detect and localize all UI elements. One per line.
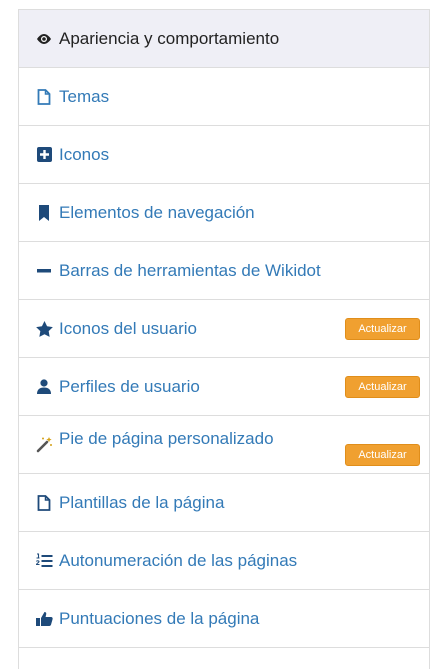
minus-icon bbox=[35, 262, 53, 280]
menu-item-label: Plantillas de la página bbox=[59, 492, 225, 512]
menu-item-label: Perfiles de usuario bbox=[59, 376, 200, 396]
bookmark-icon bbox=[35, 204, 53, 222]
menu-item-label: Iconos del usuario bbox=[59, 318, 197, 338]
settings-menu: Apariencia y comportamiento Temas Iconos… bbox=[18, 9, 430, 669]
file-icon bbox=[35, 494, 53, 512]
update-button[interactable]: Actualizar bbox=[345, 444, 420, 466]
menu-item-label: Elementos de navegación bbox=[59, 202, 255, 222]
menu-item-label: Temas bbox=[59, 86, 110, 106]
file-icon bbox=[35, 88, 53, 106]
menu-item-themes[interactable]: Temas bbox=[19, 68, 429, 126]
menu-item-user-profiles[interactable]: Perfiles de usuario Actualizar bbox=[19, 358, 429, 416]
menu-item-label: Autonumeración de las páginas bbox=[59, 550, 298, 570]
menu-item-page-autonumbering[interactable]: Autonumeración de las páginas bbox=[19, 532, 429, 590]
menu-item-user-icons[interactable]: Iconos del usuario Actualizar bbox=[19, 300, 429, 358]
user-icon bbox=[35, 378, 53, 396]
menu-item-label: Iconos bbox=[59, 144, 110, 164]
menu-item-label: Pie de página personalizado bbox=[59, 428, 274, 448]
magic-wand-icon bbox=[35, 436, 53, 454]
star-icon bbox=[35, 320, 53, 338]
menu-item-page-templates[interactable]: Plantillas de la página bbox=[19, 474, 429, 532]
update-button[interactable]: Actualizar bbox=[345, 317, 420, 340]
menu-item-wikidot-toolbars[interactable]: Barras de herramientas de Wikidot bbox=[19, 242, 429, 300]
plus-square-icon bbox=[35, 146, 53, 164]
update-button[interactable]: Actualizar bbox=[345, 375, 420, 398]
menu-item-navigation-elements[interactable]: Elementos de navegación bbox=[19, 184, 429, 242]
menu-item-label: Apariencia y comportamiento bbox=[59, 28, 280, 48]
thumbs-up-icon bbox=[35, 610, 53, 628]
menu-item-appearance[interactable]: Apariencia y comportamiento bbox=[19, 10, 429, 68]
eye-icon bbox=[35, 30, 53, 48]
menu-item-page-ratings[interactable]: Puntuaciones de la página bbox=[19, 590, 429, 648]
menu-item-label: Puntuaciones de la página bbox=[59, 608, 260, 628]
list-numbered-icon bbox=[35, 552, 53, 570]
menu-item-custom-footer[interactable]: Pie de página personalizado Actualizar bbox=[19, 416, 429, 474]
menu-item-label: Barras de herramientas de Wikidot bbox=[59, 260, 321, 280]
menu-item-icons[interactable]: Iconos bbox=[19, 126, 429, 184]
